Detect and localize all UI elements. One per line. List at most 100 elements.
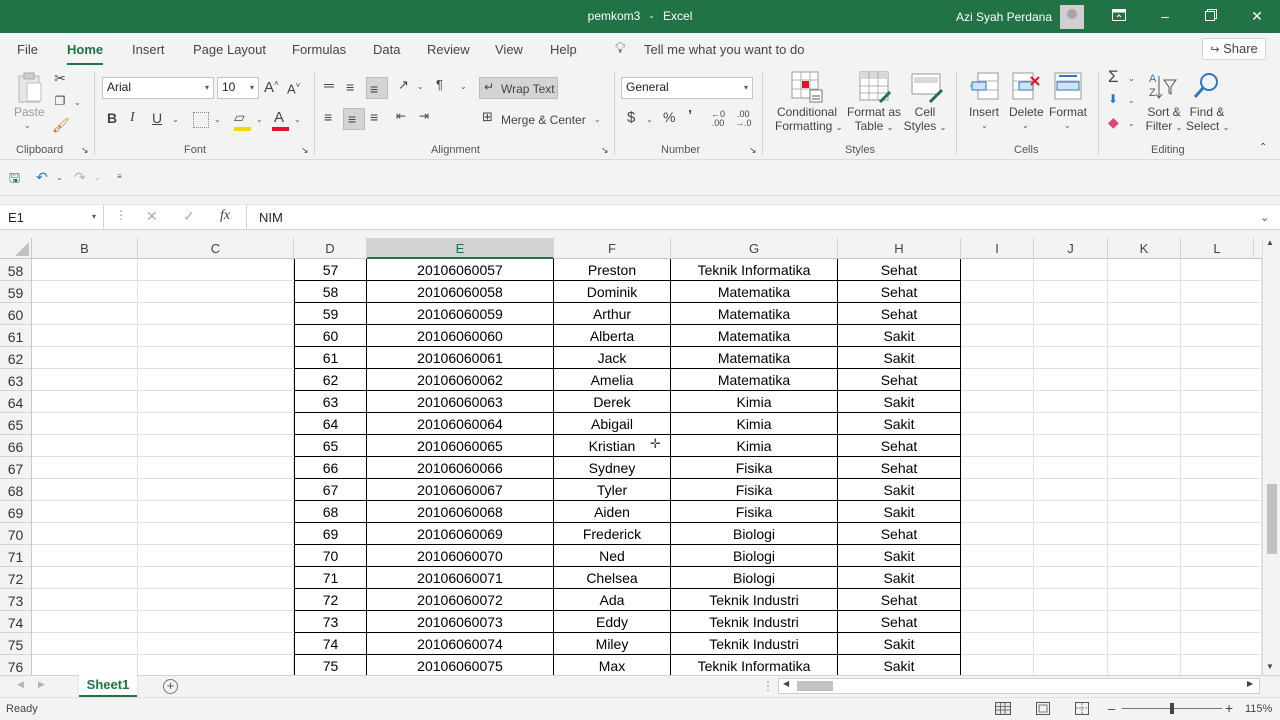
font-color-icon[interactable]: A: [274, 109, 284, 126]
column-header-e[interactable]: E: [367, 238, 554, 259]
cell-h[interactable]: Sehat: [838, 457, 961, 479]
redo-dropdown-icon[interactable]: ⌄: [94, 173, 101, 182]
cell-k[interactable]: [1108, 589, 1181, 611]
cell-k[interactable]: [1108, 391, 1181, 413]
cell-b[interactable]: [32, 589, 138, 611]
zoom-slider-thumb[interactable]: [1170, 703, 1174, 714]
cell-f[interactable]: Tyler: [554, 479, 671, 501]
alignment-launcher-icon[interactable]: ↘: [601, 145, 609, 156]
cell-e[interactable]: 20106060068: [367, 501, 554, 523]
cell-l[interactable]: [1181, 391, 1262, 413]
cell-l[interactable]: [1181, 633, 1262, 655]
insert-dropdown-icon[interactable]: ⌄: [981, 121, 988, 130]
find-select-button[interactable]: Find & Select ⌄: [1186, 105, 1229, 133]
cell-h[interactable]: Sehat: [838, 281, 961, 303]
cell-styles-button[interactable]: Cell Styles ⌄: [902, 105, 948, 133]
merge-center-icon[interactable]: ⊞: [482, 109, 493, 125]
row-header[interactable]: 65: [0, 413, 32, 435]
font-size-select[interactable]: 10 ▾: [217, 77, 259, 99]
cell-l[interactable]: [1181, 259, 1262, 281]
column-header-f[interactable]: F: [554, 238, 671, 259]
cell-g[interactable]: Matematika: [671, 347, 838, 369]
cell-d[interactable]: 69: [294, 523, 367, 545]
cell-k[interactable]: [1108, 655, 1181, 675]
cell-b[interactable]: [32, 259, 138, 281]
cell-l[interactable]: [1181, 457, 1262, 479]
cell-d[interactable]: 63: [294, 391, 367, 413]
select-all-button[interactable]: [0, 238, 32, 259]
formula-content-input[interactable]: NIM: [259, 210, 283, 225]
cell-e[interactable]: 20106060073: [367, 611, 554, 633]
italic-button[interactable]: I: [130, 110, 135, 126]
row-header[interactable]: 70: [0, 523, 32, 545]
borders-dropdown-icon[interactable]: ⌄: [214, 115, 221, 124]
align-center-button[interactable]: ≡: [343, 108, 365, 130]
cell-g[interactable]: Biologi: [671, 545, 838, 567]
fill-color-dropdown-icon[interactable]: ⌄: [256, 115, 263, 124]
cell-f[interactable]: Derek: [554, 391, 671, 413]
cell-i[interactable]: [961, 611, 1034, 633]
cell-b[interactable]: [32, 281, 138, 303]
tab-help[interactable]: Help: [550, 42, 577, 57]
cell-d[interactable]: 62: [294, 369, 367, 391]
clipboard-launcher-icon[interactable]: ↘: [81, 145, 89, 156]
cell-e[interactable]: 20106060065: [367, 435, 554, 457]
format-cells-button[interactable]: Format: [1049, 105, 1087, 119]
undo-icon[interactable]: ↶: [36, 169, 48, 186]
cell-k[interactable]: [1108, 501, 1181, 523]
tab-formulas[interactable]: Formulas: [292, 42, 346, 57]
cell-h[interactable]: Sehat: [838, 369, 961, 391]
cell-e[interactable]: 20106060064: [367, 413, 554, 435]
new-sheet-button[interactable]: +: [163, 679, 178, 694]
page-layout-view-icon[interactable]: [1036, 702, 1050, 715]
confirm-entry-icon[interactable]: ✓: [183, 208, 195, 225]
cell-c[interactable]: [138, 259, 294, 281]
cell-e[interactable]: 20106060063: [367, 391, 554, 413]
wrap-text-button[interactable]: ↵ Wrap Text: [479, 77, 558, 99]
row-header[interactable]: 74: [0, 611, 32, 633]
cell-j[interactable]: [1034, 259, 1108, 281]
cell-g[interactable]: Matematika: [671, 303, 838, 325]
cell-b[interactable]: [32, 479, 138, 501]
zoom-level[interactable]: 115%: [1245, 703, 1272, 715]
cell-g[interactable]: Fisika: [671, 479, 838, 501]
collapse-ribbon-icon[interactable]: ⌃: [1259, 142, 1267, 153]
sort-filter-button[interactable]: Sort & Filter ⌄: [1145, 105, 1183, 133]
cell-g[interactable]: Teknik Informatika: [671, 655, 838, 675]
vertical-scroll-thumb[interactable]: [1267, 484, 1277, 554]
cell-d[interactable]: 59: [294, 303, 367, 325]
cell-f[interactable]: Ned: [554, 545, 671, 567]
cell-f[interactable]: Miley: [554, 633, 671, 655]
cell-b[interactable]: [32, 545, 138, 567]
autosum-dropdown-icon[interactable]: ⌄: [1128, 74, 1135, 83]
cell-i[interactable]: [961, 303, 1034, 325]
user-name[interactable]: Azi Syah Perdana: [956, 10, 1052, 24]
cell-f[interactable]: Aiden: [554, 501, 671, 523]
cell-h[interactable]: Sakit: [838, 655, 961, 675]
column-header-h[interactable]: H: [838, 238, 961, 259]
cell-g[interactable]: Biologi: [671, 567, 838, 589]
zoom-in-icon[interactable]: +: [1225, 700, 1233, 716]
cell-e[interactable]: 20106060067: [367, 479, 554, 501]
cell-b[interactable]: [32, 413, 138, 435]
cell-l[interactable]: [1181, 347, 1262, 369]
cell-i[interactable]: [961, 347, 1034, 369]
cell-c[interactable]: [138, 391, 294, 413]
cell-e[interactable]: 20106060061: [367, 347, 554, 369]
format-painter-icon[interactable]: 🖌︎: [52, 117, 70, 134]
cell-i[interactable]: [961, 457, 1034, 479]
cell-k[interactable]: [1108, 479, 1181, 501]
cell-l[interactable]: [1181, 369, 1262, 391]
decrease-font-size-icon[interactable]: A˅: [287, 81, 300, 96]
cell-d[interactable]: 67: [294, 479, 367, 501]
cell-f[interactable]: Eddy: [554, 611, 671, 633]
align-right-icon[interactable]: ≡: [370, 109, 378, 125]
text-direction-dropdown-icon[interactable]: ⌄: [460, 82, 467, 91]
cell-c[interactable]: [138, 303, 294, 325]
orientation-icon[interactable]: ↗: [398, 77, 409, 93]
column-header-d[interactable]: D: [294, 238, 367, 259]
row-header[interactable]: 69: [0, 501, 32, 523]
cell-h[interactable]: Sakit: [838, 545, 961, 567]
row-header[interactable]: 59: [0, 281, 32, 303]
orientation-dropdown-icon[interactable]: ⌄: [417, 82, 424, 91]
